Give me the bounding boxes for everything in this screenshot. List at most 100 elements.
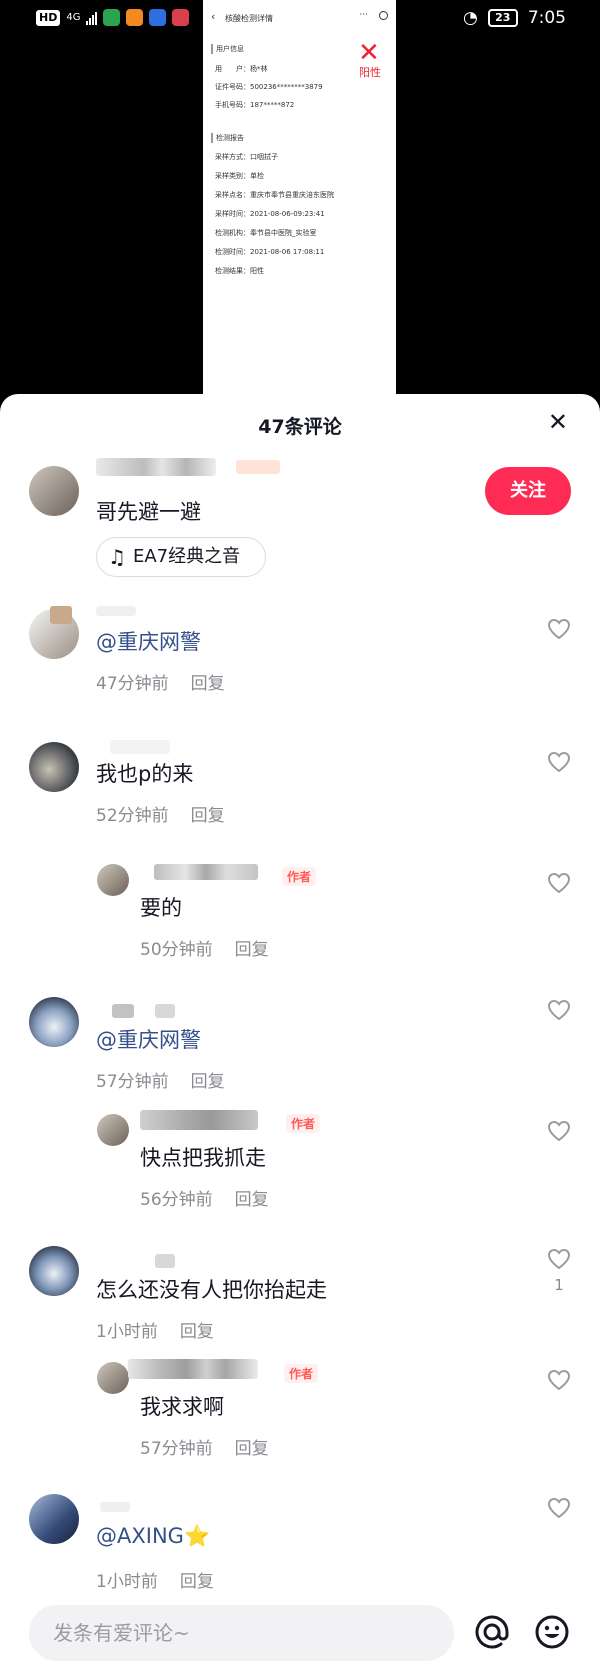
- author-badge: 作者: [282, 867, 317, 886]
- clock: 7:05: [527, 8, 566, 28]
- music-note-icon: ♫: [108, 545, 126, 569]
- avatar[interactable]: [97, 1114, 129, 1146]
- report-row: 采样点名：重庆市奉节县重庆涪东医院: [215, 191, 334, 199]
- username[interactable]: [100, 1502, 130, 1512]
- comment-text: 我也p的来: [96, 762, 194, 786]
- report-row: 检测结果：阳性: [215, 267, 264, 275]
- avatar[interactable]: [29, 1246, 79, 1296]
- like-count: 1: [554, 1276, 564, 1294]
- star-emoji-icon: ⭐: [183, 1524, 211, 1548]
- comment-meta: 47分钟前 回复: [96, 669, 225, 694]
- avatar[interactable]: [97, 864, 129, 896]
- comment-time: 47分钟前: [96, 674, 169, 694]
- music-title: EA7经典之音: [133, 546, 241, 567]
- app-icon: [172, 9, 190, 26]
- reply-button[interactable]: 回复: [191, 674, 225, 694]
- app-icon: [126, 9, 144, 26]
- hd-badge: HD: [36, 9, 61, 26]
- username[interactable]: [155, 1254, 175, 1268]
- comment-meta: 1小时前 回复: [96, 1567, 214, 1592]
- comment-meta: 1小时前 回复: [96, 1317, 214, 1342]
- comment-time: 57分钟前: [140, 1439, 213, 1459]
- more-icon: ···: [359, 10, 368, 20]
- at-mention-icon[interactable]: [474, 1614, 510, 1650]
- comment-time: 52分钟前: [96, 806, 169, 826]
- report-row: 采样方式：口咽拭子: [215, 153, 278, 161]
- report-row: 证件号码：500236********3879: [215, 83, 323, 91]
- reply-button[interactable]: 回复: [235, 1439, 269, 1459]
- username[interactable]: [96, 606, 136, 616]
- heart-icon[interactable]: [547, 1369, 571, 1391]
- comments-title: 47条评论: [258, 416, 342, 438]
- comment-time: 50分钟前: [140, 940, 213, 960]
- heart-icon[interactable]: [547, 999, 571, 1021]
- mention-text[interactable]: @AXING: [96, 1524, 184, 1548]
- speedometer-icon: ◔: [462, 8, 478, 28]
- username[interactable]: [154, 864, 258, 880]
- avatar[interactable]: [29, 466, 79, 516]
- reply-button[interactable]: 回复: [235, 1190, 269, 1210]
- comment-time: 56分钟前: [140, 1190, 213, 1210]
- report-row: 检测机构：奉节县中医院_实验室: [215, 229, 317, 237]
- heart-icon[interactable]: [547, 618, 571, 640]
- comment-time: 57分钟前: [96, 1072, 169, 1092]
- comment-meta: 56分钟前 回复: [140, 1185, 269, 1210]
- reply-button[interactable]: 回复: [191, 806, 225, 826]
- avatar[interactable]: [29, 997, 79, 1047]
- report-nav: ‹ 核酸检测详情 ···: [203, 6, 396, 30]
- comment-text: 怎么还没有人把你抬起走: [96, 1278, 327, 1302]
- network-type: 4G: [66, 11, 81, 23]
- heart-icon[interactable]: [547, 1248, 571, 1270]
- reply-button[interactable]: 回复: [191, 1072, 225, 1092]
- emoji-icon[interactable]: [534, 1614, 570, 1650]
- username[interactable]: [112, 1004, 134, 1018]
- record-icon: [379, 11, 388, 20]
- comment-meta: 52分钟前 回复: [96, 801, 225, 826]
- comment-mention[interactable]: @重庆网警: [96, 626, 201, 656]
- comment-text: 哥先避一避: [96, 500, 201, 524]
- avatar[interactable]: [97, 1362, 129, 1394]
- report-row: 手机号码：187*****872: [215, 101, 295, 109]
- section-report: 检测报告: [211, 133, 244, 143]
- section-user-info: 用户信息: [211, 44, 244, 54]
- author-badge: [236, 460, 280, 474]
- reply-button[interactable]: 回复: [180, 1322, 214, 1342]
- heart-icon[interactable]: [547, 872, 571, 894]
- comment-mention[interactable]: @重庆网警: [96, 1024, 201, 1054]
- comment-time: 1小时前: [96, 1572, 158, 1592]
- heart-icon[interactable]: [547, 1497, 571, 1519]
- comment-text: 要的: [140, 896, 182, 920]
- report-row: 用 户：杨*林: [215, 65, 268, 73]
- report-row: 采样时间：2021-08-06-09:23:41: [215, 210, 325, 218]
- positive-mark-icon: ✕: [358, 38, 380, 68]
- username[interactable]: [128, 1359, 258, 1379]
- close-icon[interactable]: ✕: [548, 408, 568, 436]
- wechat-icon: [103, 9, 121, 26]
- comment-input[interactable]: 发条有爱评论~: [29, 1605, 454, 1661]
- music-chip[interactable]: ♫ EA7经典之音: [96, 537, 266, 577]
- username[interactable]: [140, 1110, 258, 1130]
- heart-icon[interactable]: [547, 751, 571, 773]
- comment-meta: 57分钟前 回复: [140, 1434, 269, 1459]
- avatar-detail: [50, 606, 72, 624]
- username[interactable]: [96, 458, 216, 476]
- comment-meta: 50分钟前 回复: [140, 935, 269, 960]
- report-title: 核酸检测详情: [225, 14, 273, 23]
- avatar[interactable]: [29, 1494, 79, 1544]
- comment-meta: 57分钟前 回复: [96, 1067, 225, 1092]
- follow-button[interactable]: 关注: [485, 467, 571, 515]
- app-icon: [149, 9, 167, 26]
- report-row: 采样类别：单检: [215, 172, 264, 180]
- video-frame[interactable]: ‹ 核酸检测详情 ··· 用户信息 用 户：杨*林 证件号码：500236***…: [203, 0, 396, 394]
- username[interactable]: [110, 740, 170, 754]
- reply-button[interactable]: 回复: [235, 940, 269, 960]
- comment-mention[interactable]: @AXING⭐: [96, 1524, 210, 1549]
- reply-button[interactable]: 回复: [180, 1572, 214, 1592]
- heart-icon[interactable]: [547, 1120, 571, 1142]
- author-badge: 作者: [286, 1114, 321, 1133]
- comment-text: 快点把我抓走: [140, 1146, 266, 1170]
- report-row: 检测时间：2021-08-06 17:08:11: [215, 248, 325, 256]
- signal-icon: [86, 11, 98, 25]
- positive-label: 阳性: [359, 66, 381, 79]
- avatar[interactable]: [29, 742, 79, 792]
